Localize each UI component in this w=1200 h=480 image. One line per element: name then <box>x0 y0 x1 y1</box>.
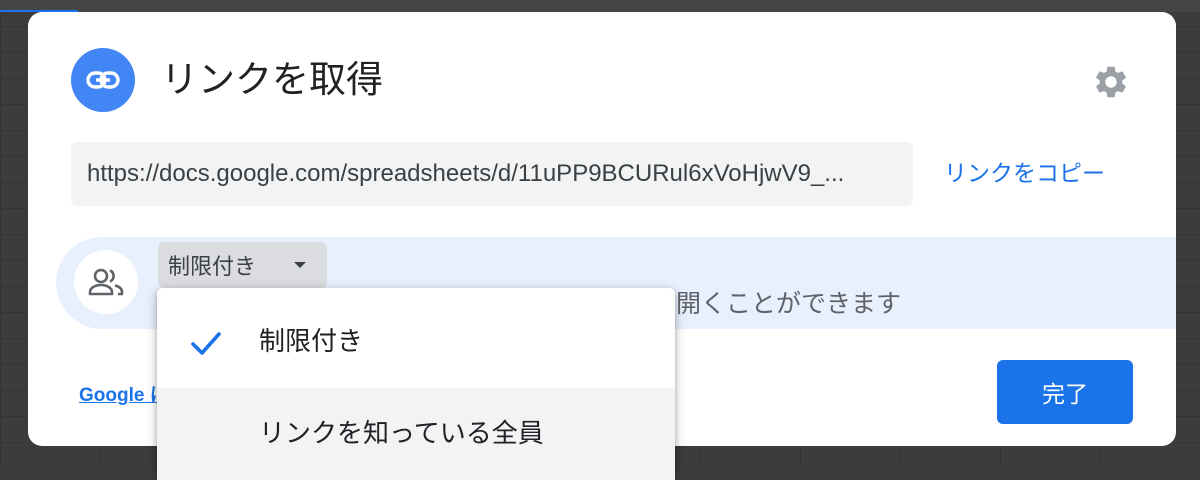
settings-button[interactable] <box>1089 60 1133 104</box>
checkmark-icon <box>191 332 221 355</box>
footer-help-link[interactable]: Google に <box>79 380 169 407</box>
chevron-down-icon <box>294 262 306 268</box>
menu-item-label: 制限付き <box>259 327 364 357</box>
access-description: 開くことができます <box>676 289 902 318</box>
dialog-title: リンクを取得 <box>161 58 383 101</box>
link-icon <box>86 71 120 89</box>
access-level-menu: 制限付き リンクを知っている全員 <box>157 288 675 480</box>
menu-item-label: リンクを知っている全員 <box>259 419 544 449</box>
selected-cell-edge <box>0 0 78 12</box>
access-level-dropdown[interactable]: 制限付き <box>158 242 327 288</box>
copy-link-button[interactable]: リンクをコピー <box>944 158 1105 190</box>
people-icon-badge <box>74 250 138 314</box>
link-icon-badge <box>71 48 135 112</box>
access-level-value: 制限付き <box>168 255 257 280</box>
menu-item-anyone-with-link[interactable]: リンクを知っている全員 <box>157 388 675 480</box>
done-button[interactable]: 完了 <box>997 360 1133 424</box>
spreadsheet-toolbar-edge <box>0 0 1200 12</box>
people-icon <box>88 268 124 296</box>
menu-item-restricted[interactable]: 制限付き <box>157 296 675 388</box>
link-url-field[interactable]: https://docs.google.com/spreadsheets/d/1… <box>71 142 913 206</box>
gear-icon <box>1096 66 1126 98</box>
